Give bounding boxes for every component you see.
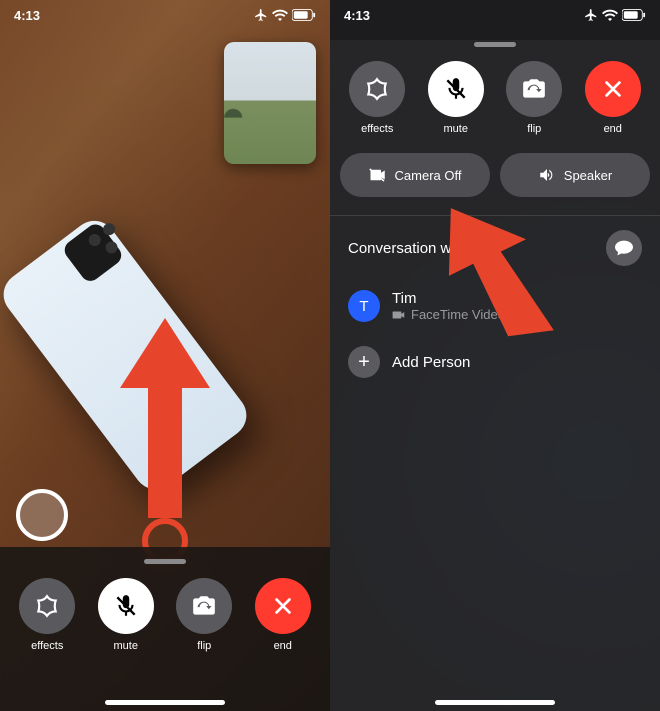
home-indicator[interactable] [435,700,555,705]
messages-button[interactable] [606,230,642,266]
effects-button[interactable]: effects [19,578,75,652]
status-time: 4:13 [14,8,40,23]
camera-off-button[interactable]: Camera Off [340,153,490,197]
mute-button[interactable]: mute [98,578,154,652]
facetime-expanded-sheet: 4:13 effects mute flip [330,0,660,711]
end-label: end [604,123,622,135]
self-view-pip[interactable] [224,42,316,164]
effects-button[interactable]: effects [349,61,405,135]
flip-icon [521,76,547,102]
home-indicator[interactable] [105,700,225,705]
camera-off-label: Camera Off [395,168,462,183]
mute-icon [113,593,139,619]
drawer-grabber[interactable] [144,559,186,564]
effects-label: effects [361,123,393,135]
add-person-button[interactable]: + Add Person [330,332,660,392]
participant-name: Tim [392,290,505,307]
effects-icon [364,76,390,102]
airplane-icon [584,8,598,22]
flip-label: flip [527,123,541,135]
flip-button[interactable]: flip [506,61,562,135]
end-button[interactable]: end [255,578,311,652]
message-icon [614,239,634,257]
facetime-call-screen: 4:13 effects [0,0,330,711]
speaker-label: Speaker [564,168,612,183]
effects-label: effects [31,640,63,652]
shutter-button[interactable] [16,489,68,541]
status-indicators [254,8,316,22]
drawer-grabber[interactable] [474,42,516,47]
mute-icon [443,76,469,102]
video-icon [392,310,406,320]
controls-drawer[interactable]: effects mute flip end [0,547,330,711]
status-bar: 4:13 [330,0,660,30]
participant-sub: FaceTime Video [392,307,505,322]
plus-icon: + [348,346,380,378]
camera-off-icon [369,168,387,182]
speaker-icon [538,167,556,183]
add-person-label: Add Person [392,354,470,371]
avatar: T [348,290,380,322]
mute-button[interactable]: mute [428,61,484,135]
airplane-icon [254,8,268,22]
controls-sheet: effects mute flip end Camera [330,40,660,711]
status-bar: 4:13 [0,0,330,30]
battery-icon [292,9,316,21]
close-icon [272,595,294,617]
wifi-icon [602,9,618,21]
effects-icon [34,593,60,619]
speaker-button[interactable]: Speaker [500,153,650,197]
annotation-swipe-up-arrow [120,318,210,518]
flip-label: flip [197,640,211,652]
status-time: 4:13 [344,8,370,23]
participant-row[interactable]: T Tim FaceTime Video [330,280,660,332]
mute-label: mute [444,123,468,135]
status-indicators [584,8,646,22]
conversation-header: Conversation wit [348,240,459,257]
battery-icon [622,9,646,21]
end-button[interactable]: end [585,61,641,135]
mute-label: mute [114,640,138,652]
wifi-icon [272,9,288,21]
flip-button[interactable]: flip [176,578,232,652]
close-icon [602,78,624,100]
flip-icon [191,593,217,619]
end-label: end [274,640,292,652]
